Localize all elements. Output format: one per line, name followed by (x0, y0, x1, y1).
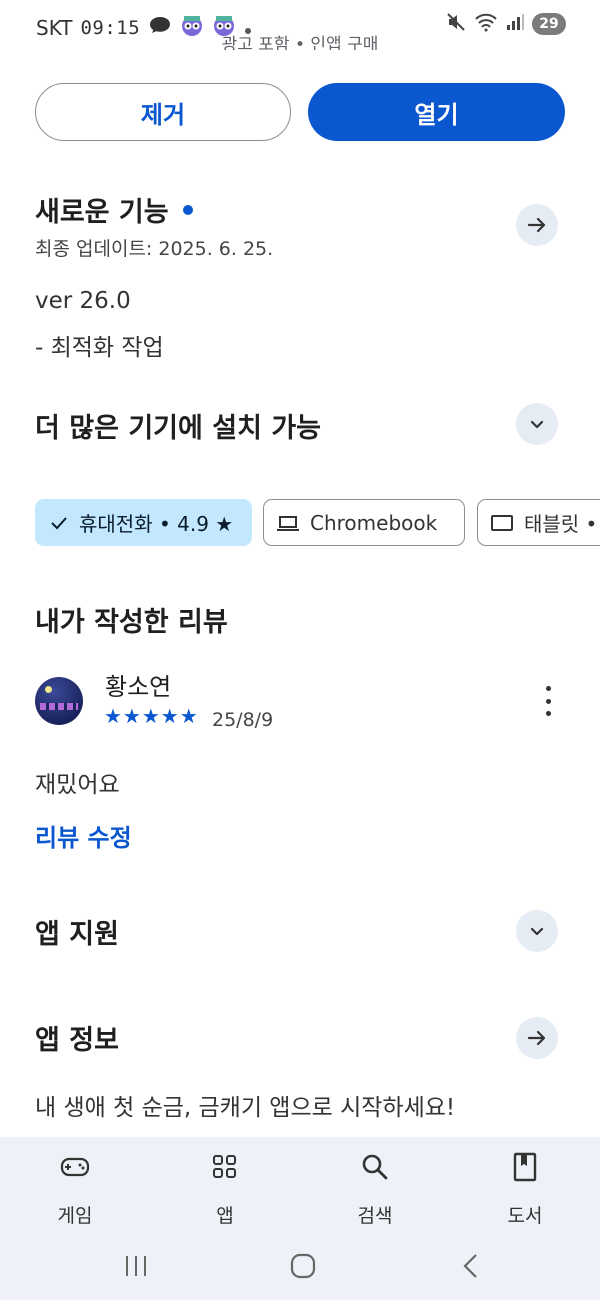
app-info-title: 앱 정보 (35, 1025, 119, 1056)
recent-apps-icon[interactable] (123, 1254, 149, 1278)
app-info-arrow-button[interactable] (516, 1017, 558, 1059)
apps-grid-icon (165, 1149, 285, 1185)
avatar (35, 677, 83, 725)
system-navigation-bar (0, 1250, 600, 1282)
star-rating: ★★★★★ (104, 704, 199, 728)
device-chip-phone[interactable]: 휴대전화 • 4.9 ★ (35, 499, 252, 546)
arrow-right-icon (527, 1030, 546, 1046)
nav-item-label: 검색 (357, 1205, 393, 1227)
app-support-expand-button[interactable] (516, 910, 558, 952)
device-chip-tablet[interactable]: 태블릿 • (477, 499, 600, 546)
app-support-title: 앱 지원 (35, 919, 119, 950)
more-devices-expand-button[interactable] (516, 403, 558, 445)
last-updated: 최종 업데이트: 2025. 6. 25. (35, 238, 274, 260)
chevron-down-icon (530, 420, 544, 429)
review-date: 25/8/9 (212, 709, 274, 731)
mute-icon (446, 12, 466, 36)
nav-item-search[interactable]: 검색 (315, 1149, 435, 1228)
reviewer-name: 황소연 (105, 673, 172, 701)
tablet-icon (491, 514, 513, 531)
nav-item-games[interactable]: 게임 (15, 1149, 135, 1228)
more-devices-title: 더 많은 기기에 설치 가능 (35, 413, 321, 444)
battery-indicator: 29 (532, 13, 566, 35)
arrow-right-icon (527, 217, 546, 233)
signal-icon (506, 13, 524, 35)
check-icon (51, 516, 67, 529)
version-text: ver 26.0 (35, 288, 131, 314)
nav-item-label: 도서 (507, 1205, 543, 1227)
home-icon[interactable] (290, 1253, 316, 1279)
edit-review-link[interactable]: 리뷰 수정 (35, 818, 132, 853)
new-indicator-dot (182, 204, 193, 215)
book-icon (465, 1149, 585, 1185)
whats-new-title[interactable]: 새로운 기능 (35, 190, 193, 229)
laptop-icon (277, 515, 299, 531)
remove-button[interactable]: 제거 (35, 83, 291, 141)
device-chip-label: Chromebook (310, 510, 438, 535)
back-icon[interactable] (460, 1253, 482, 1279)
wifi-icon (474, 12, 498, 36)
my-review-title: 내가 작성한 리뷰 (35, 607, 228, 638)
open-button[interactable]: 열기 (308, 83, 565, 141)
app-description: 내 생애 첫 순금, 금캐기 앱으로 시작하세요! (35, 1095, 456, 1121)
nav-item-apps[interactable]: 앱 (165, 1149, 285, 1228)
search-icon (315, 1149, 435, 1185)
release-notes: - 최적화 작업 (35, 335, 164, 361)
chevron-down-icon (530, 927, 544, 936)
device-chip-label: 휴대전화 • 4.9 ★ (79, 512, 234, 536)
gamepad-icon (15, 1149, 135, 1185)
review-text: 재밌어요 (35, 772, 120, 798)
app-meta-text: 광고 포함 • 인앱 구매 (221, 35, 379, 50)
whats-new-title-text: 새로운 기능 (35, 197, 169, 228)
nav-item-label: 앱 (216, 1205, 234, 1227)
nav-item-label: 게임 (57, 1205, 93, 1227)
whats-new-arrow-button[interactable] (516, 204, 558, 246)
device-chip-chromebook[interactable]: Chromebook (263, 499, 465, 546)
nav-item-books[interactable]: 도서 (465, 1149, 585, 1228)
device-chip-label: 태블릿 • (524, 512, 598, 536)
more-options-icon[interactable] (538, 686, 558, 716)
